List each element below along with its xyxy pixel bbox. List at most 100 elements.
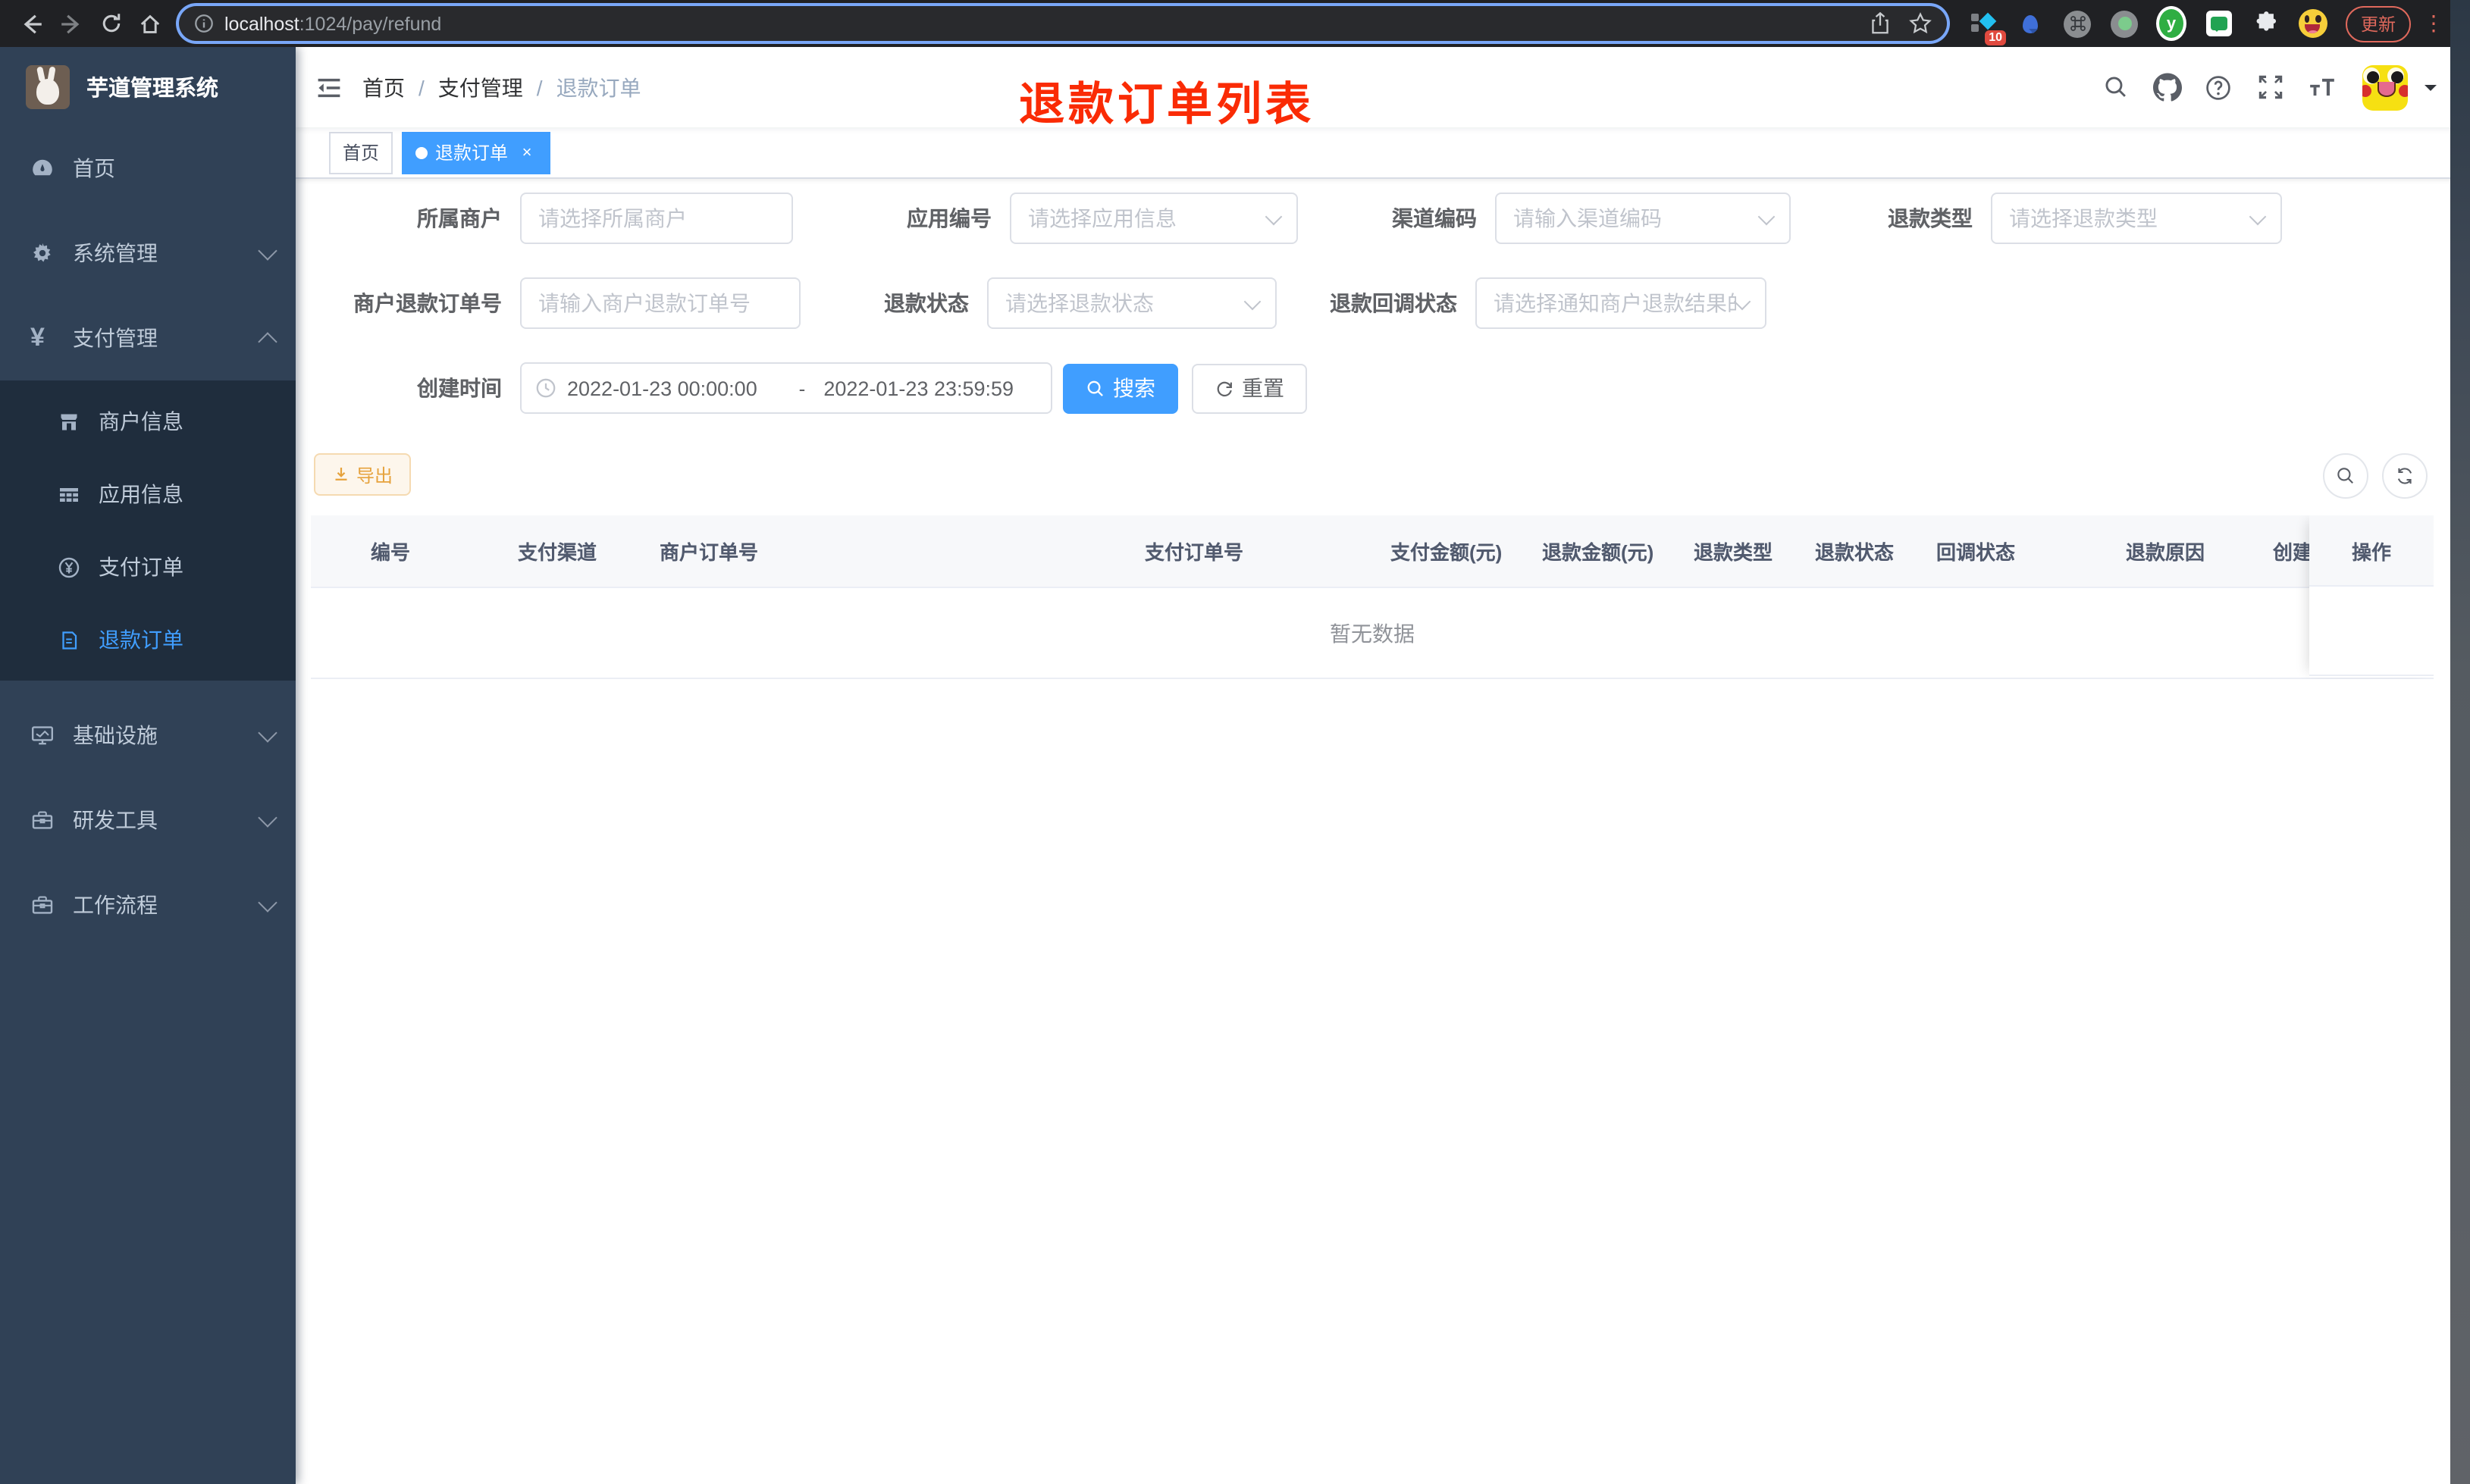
sidebar-logo[interactable]: 芋道管理系统 — [0, 47, 296, 126]
sidebar-item-devtools[interactable]: 研发工具 — [0, 778, 296, 863]
header-search-icon[interactable] — [2095, 67, 2135, 107]
github-icon[interactable] — [2147, 67, 2186, 107]
date-start-input[interactable]: 2022-01-23 00:00:00 — [567, 377, 781, 399]
extension-puzzle-icon[interactable] — [2250, 8, 2280, 39]
browser-home-button[interactable] — [130, 4, 170, 43]
extension-blocks-icon[interactable]: 10 — [1968, 8, 2006, 45]
app-select[interactable]: 请选择应用信息 — [1010, 193, 1298, 244]
date-range-picker[interactable]: 2022-01-23 00:00:00 - 2022-01-23 23:59:5… — [520, 362, 1052, 414]
merchant-refund-no-label: 商户退款订单号 — [353, 291, 502, 315]
merchant-label: 所属商户 — [417, 206, 502, 230]
avatar[interactable] — [2362, 64, 2408, 110]
merchant-select[interactable]: 请选择所属商户 — [520, 193, 793, 244]
breadcrumb-pay[interactable]: 支付管理 — [438, 72, 523, 102]
reset-button[interactable]: 重置 — [1192, 363, 1307, 413]
sidebar-item-infra[interactable]: 基础设施 — [0, 693, 296, 778]
browser-forward-button[interactable] — [52, 4, 91, 43]
bookmark-star-icon[interactable] — [1909, 12, 1932, 35]
dashboard-icon — [30, 156, 56, 180]
sidebar-item-pay-order[interactable]: 支付订单 — [0, 531, 296, 603]
yen-circle-icon — [58, 556, 82, 578]
browser-menu-icon[interactable]: ⋮ — [2423, 11, 2444, 36]
sidebar-item-label: 退款订单 — [99, 628, 183, 652]
extension-emoji-icon[interactable] — [2297, 8, 2327, 39]
filter-row-3: 创建时间 2022-01-23 00:00:00 - 2022-01-23 23… — [311, 361, 2455, 415]
reset-button-label: 重置 — [1242, 376, 1284, 400]
chevron-down-icon — [1733, 292, 1751, 310]
monitor-icon — [30, 723, 56, 747]
chevron-down-icon — [1243, 292, 1262, 310]
tab-close-icon[interactable]: × — [517, 142, 537, 162]
extension-record-icon[interactable] — [2109, 8, 2139, 39]
column-header[interactable]: 支付订单号 — [1130, 537, 1375, 565]
notify-status-select[interactable]: 请选择通知商户退款结果的 — [1475, 277, 1766, 329]
font-size-icon[interactable] — [2302, 67, 2341, 107]
sidebar-item-merchant-info[interactable]: 商户信息 — [0, 385, 296, 458]
table-header-row: 编号 支付渠道 商户订单号 支付订单号 支付金额(元) 退款金额(元) 退款类型… — [311, 515, 2434, 588]
app-title: 芋道管理系统 — [86, 77, 218, 101]
extension-balloon-icon[interactable] — [2015, 8, 2045, 39]
address-bar[interactable]: localhost:1024/pay/refund — [179, 6, 1947, 41]
refund-status-select[interactable]: 请选择退款状态 — [987, 277, 1277, 329]
table-refresh-icon[interactable] — [2382, 453, 2428, 499]
refund-type-select[interactable]: 请选择退款类型 — [1991, 193, 2282, 244]
merchant-refund-no-input[interactable]: 请输入商户退款订单号 — [520, 277, 801, 329]
site-info-icon[interactable] — [194, 14, 214, 33]
sidebar-item-pay[interactable]: ¥ 支付管理 — [0, 296, 296, 380]
column-header-action[interactable]: 操作 — [2309, 515, 2434, 587]
navbar: 首页 / 支付管理 / 退款订单 — [296, 47, 2470, 127]
channel-select[interactable]: 请输入渠道编码 — [1495, 193, 1791, 244]
sidebar-item-system[interactable]: 系统管理 — [0, 211, 296, 296]
tab-home[interactable]: 首页 — [329, 131, 393, 174]
column-header[interactable]: 退款类型 — [1679, 537, 1800, 565]
chevron-down-icon — [258, 807, 277, 827]
sidebar-item-label: 研发工具 — [73, 808, 158, 832]
column-header[interactable]: 退款金额(元) — [1527, 537, 1679, 565]
table-search-toggle-icon[interactable] — [2323, 453, 2368, 499]
column-header[interactable]: 支付金额(元) — [1375, 537, 1527, 565]
extension-y-icon[interactable]: y — [2156, 6, 2186, 41]
yen-icon: ¥ — [30, 323, 45, 352]
main-area: 首页 / 支付管理 / 退款订单 退款订单列表 首页 退款订单 × 所属商户 请… — [296, 47, 2470, 1484]
share-icon[interactable] — [1870, 12, 1891, 35]
sidebar-item-label: 首页 — [73, 156, 115, 180]
sidebar-item-label: 工作流程 — [73, 893, 158, 917]
annotation-title: 退款订单列表 — [1019, 80, 1315, 130]
sidebar-item-home[interactable]: 首页 — [0, 126, 296, 211]
extension-command-icon[interactable] — [2062, 8, 2092, 39]
filter-row-2: 商户退款订单号 请输入商户退款订单号 退款状态 请选择退款状态 退款回调状态 请… — [311, 276, 2455, 330]
chevron-down-icon — [258, 240, 277, 260]
help-icon[interactable] — [2199, 67, 2238, 107]
column-header[interactable]: 退款状态 — [1800, 537, 1921, 565]
toolbox-icon — [30, 808, 56, 832]
url-text[interactable]: localhost:1024/pay/refund — [224, 13, 1870, 34]
search-button[interactable]: 搜索 — [1063, 363, 1178, 413]
column-header[interactable]: 支付渠道 — [470, 537, 644, 565]
column-header[interactable]: 退款原因 — [2073, 537, 2258, 565]
chevron-down-icon — [258, 892, 277, 912]
breadcrumb-separator: / — [418, 75, 425, 99]
sidebar-item-workflow[interactable]: 工作流程 — [0, 863, 296, 947]
sidebar-item-label: 支付管理 — [73, 326, 158, 350]
column-header[interactable]: 编号 — [311, 537, 470, 565]
sidebar-item-app-info[interactable]: 应用信息 — [0, 458, 296, 531]
document-icon — [58, 628, 82, 651]
sidebar-item-label: 应用信息 — [99, 482, 183, 506]
browser-update-button[interactable]: 更新 — [2346, 5, 2411, 42]
fullscreen-icon[interactable] — [2250, 67, 2290, 107]
avatar-caret-icon[interactable] — [2425, 84, 2437, 96]
extension-chat-icon[interactable] — [2203, 8, 2233, 39]
tab-refund-order[interactable]: 退款订单 × — [402, 131, 551, 174]
date-end-input[interactable]: 2022-01-23 23:59:59 — [823, 377, 1037, 399]
sidebar-item-refund-order[interactable]: 退款订单 — [0, 603, 296, 676]
empty-text: 暂无数据 — [1330, 621, 1415, 645]
column-header[interactable]: 商户订单号 — [644, 537, 1130, 565]
app-root: localhost:1024/pay/refund 10 y 更新 ⋮ 芋道管理… — [0, 0, 2470, 1484]
column-header[interactable]: 回调状态 — [1921, 537, 2073, 565]
export-button[interactable]: 导出 — [314, 453, 412, 496]
window-scrollbar[interactable] — [2450, 0, 2470, 1484]
browser-back-button[interactable] — [12, 4, 52, 43]
breadcrumb-home[interactable]: 首页 — [362, 72, 405, 102]
browser-reload-button[interactable] — [91, 4, 130, 43]
hamburger-icon[interactable] — [296, 75, 362, 99]
